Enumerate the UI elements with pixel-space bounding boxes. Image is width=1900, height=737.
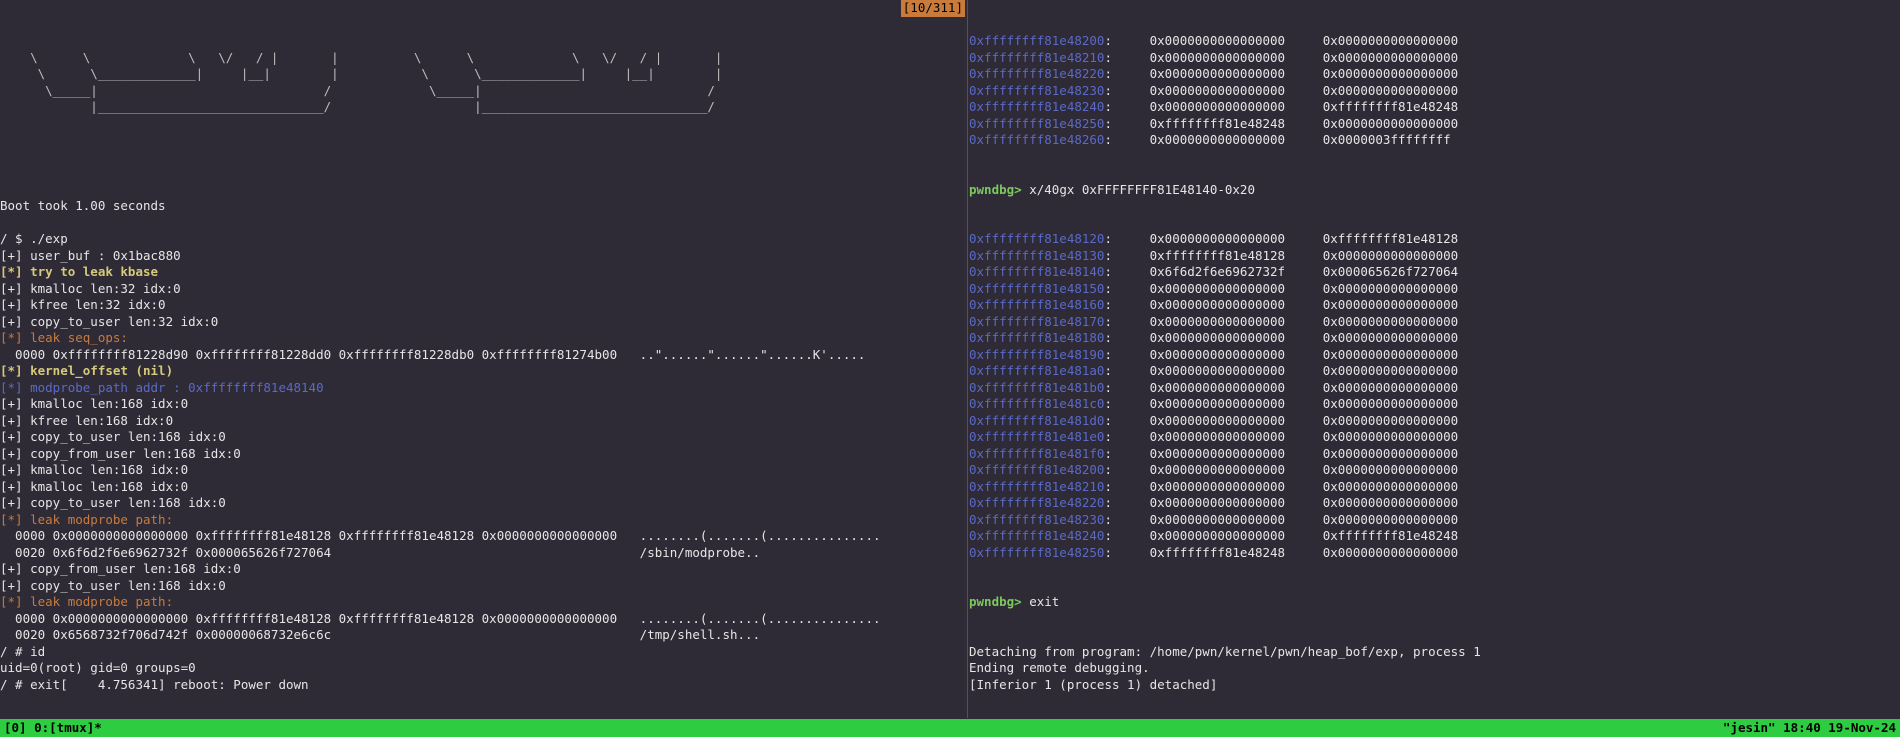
mem-row: 0xffffffff81e481c0: 0x0000000000000000 0… — [969, 396, 1900, 413]
terminal-line: [+] copy_from_user len:168 idx:0 — [0, 561, 967, 578]
terminal-line: 0020 0x6f6d2f6e6962732f 0x000065626f7270… — [0, 545, 967, 562]
mem-row: 0xffffffff81e48190: 0x0000000000000000 0… — [969, 347, 1900, 364]
mem-row: 0xffffffff81e481f0: 0x0000000000000000 0… — [969, 446, 1900, 463]
search-indicator: [10/311] — [901, 0, 965, 17]
terminal-line: [*] leak modprobe path: — [0, 594, 967, 611]
pwndbg-cmd-1[interactable]: pwndbg> x/40gx 0xFFFFFFFF81E48140-0x20 — [969, 182, 1900, 199]
terminal-line: 0000 0xffffffff81228d90 0xffffffff81228d… — [0, 347, 967, 364]
left-pane[interactable]: [10/311] \ \ \ \/ / | | \ \ \ \/ / | | \… — [0, 0, 968, 718]
terminal-line: [+] copy_from_user len:168 idx:0 — [0, 446, 967, 463]
mem-row: 0xffffffff81e48150: 0x0000000000000000 0… — [969, 281, 1900, 298]
mem-row: 0xffffffff81e48240: 0x0000000000000000 0… — [969, 99, 1900, 116]
terminal-line: [*] kernel_offset (nil) — [0, 363, 967, 380]
mem-row: 0xffffffff81e48250: 0xffffffff81e48248 0… — [969, 545, 1900, 562]
terminal-line: 0020 0x6568732f706d742f 0x00000068732e6c… — [0, 627, 967, 644]
mem-row: 0xffffffff81e48180: 0x0000000000000000 0… — [969, 330, 1900, 347]
terminal-line: [*] modprobe_path addr : 0xffffffff81e48… — [0, 380, 967, 397]
mem-row: 0xffffffff81e48170: 0x0000000000000000 0… — [969, 314, 1900, 331]
tmux-statusline: [0] 0:[tmux]* "jesin" 18:40 19-Nov-24 — [0, 719, 1900, 737]
terminal-line: [Inferior 1 (process 1) detached] — [969, 677, 1900, 694]
terminal-line: 0000 0x0000000000000000 0xffffffff81e481… — [0, 528, 967, 545]
terminal-line: [+] kmalloc len:168 idx:0 — [0, 396, 967, 413]
mem-row: 0xffffffff81e48220: 0x0000000000000000 0… — [969, 495, 1900, 512]
mem-row: 0xffffffff81e48160: 0x0000000000000000 0… — [969, 297, 1900, 314]
terminal-line: uid=0(root) gid=0 groups=0 — [0, 660, 967, 677]
mem-row: 0xffffffff81e48200: 0x0000000000000000 0… — [969, 462, 1900, 479]
pwndbg-cmd-exit[interactable]: pwndbg> exit — [969, 594, 1900, 611]
mem-row: 0xffffffff81e481d0: 0x0000000000000000 0… — [969, 413, 1900, 430]
terminal-line: / $ ./exp — [0, 231, 967, 248]
terminal-line: [+] user_buf : 0x1bac880 — [0, 248, 967, 265]
mem-row: 0xffffffff81e48260: 0x0000000000000000 0… — [969, 132, 1900, 149]
mem-row: 0xffffffff81e48130: 0xffffffff81e48128 0… — [969, 248, 1900, 265]
terminal-line: [*] leak modprobe path: — [0, 512, 967, 529]
mem-row: 0xffffffff81e48250: 0xffffffff81e48248 0… — [969, 116, 1900, 133]
terminal-line: [+] copy_to_user len:32 idx:0 — [0, 314, 967, 331]
tmux-left: [0] 0:[tmux]* — [4, 720, 102, 736]
terminal-line: [+] kfree len:32 idx:0 — [0, 297, 967, 314]
terminal-line: [+] kmalloc len:168 idx:0 — [0, 462, 967, 479]
terminal-line: Ending remote debugging. — [969, 660, 1900, 677]
mem-row: 0xffffffff81e48230: 0x0000000000000000 0… — [969, 83, 1900, 100]
terminal-line: [+] kmalloc len:32 idx:0 — [0, 281, 967, 298]
terminal-line: [+] kfree len:168 idx:0 — [0, 413, 967, 430]
terminal-line: [+] copy_to_user len:168 idx:0 — [0, 578, 967, 595]
terminal-line: [*] try to leak kbase — [0, 264, 967, 281]
terminal-line: [*] leak seq_ops: — [0, 330, 967, 347]
mem-row: 0xffffffff81e481b0: 0x0000000000000000 0… — [969, 380, 1900, 397]
terminal-line: / # exit[ 4.756341] reboot: Power down — [0, 677, 967, 694]
mem-row: 0xffffffff81e48220: 0x0000000000000000 0… — [969, 66, 1900, 83]
mem-row: 0xffffffff81e48140: 0x6f6d2f6e6962732f 0… — [969, 264, 1900, 281]
terminal-line — [0, 215, 967, 232]
mem-row: 0xffffffff81e481e0: 0x0000000000000000 0… — [969, 429, 1900, 446]
terminal-line: [+] copy_to_user len:168 idx:0 — [0, 495, 967, 512]
terminal-line: 0000 0x0000000000000000 0xffffffff81e481… — [0, 611, 967, 628]
right-pane[interactable]: 0xffffffff81e48200: 0x0000000000000000 0… — [969, 0, 1900, 718]
mem-row: 0xffffffff81e48200: 0x0000000000000000 0… — [969, 33, 1900, 50]
terminal-line: [+] kmalloc len:168 idx:0 — [0, 479, 967, 496]
terminal-line: Boot took 1.00 seconds — [0, 198, 967, 215]
terminal-line: [+] copy_to_user len:168 idx:0 — [0, 429, 967, 446]
mem-row: 0xffffffff81e48210: 0x0000000000000000 0… — [969, 50, 1900, 67]
mem-row: 0xffffffff81e48230: 0x0000000000000000 0… — [969, 512, 1900, 529]
mem-row: 0xffffffff81e481a0: 0x0000000000000000 0… — [969, 363, 1900, 380]
mem-row: 0xffffffff81e48210: 0x0000000000000000 0… — [969, 479, 1900, 496]
terminal-line: Detaching from program: /home/pwn/kernel… — [969, 644, 1900, 661]
mem-row: 0xffffffff81e48120: 0x0000000000000000 0… — [969, 231, 1900, 248]
mem-row: 0xffffffff81e48240: 0x0000000000000000 0… — [969, 528, 1900, 545]
ascii-art: \ \ \ \/ / | | \ \ \ \/ / | | \ \_______… — [0, 50, 967, 116]
tmux-right: "jesin" 18:40 19-Nov-24 — [1723, 720, 1896, 736]
terminal-line: / # id — [0, 644, 967, 661]
